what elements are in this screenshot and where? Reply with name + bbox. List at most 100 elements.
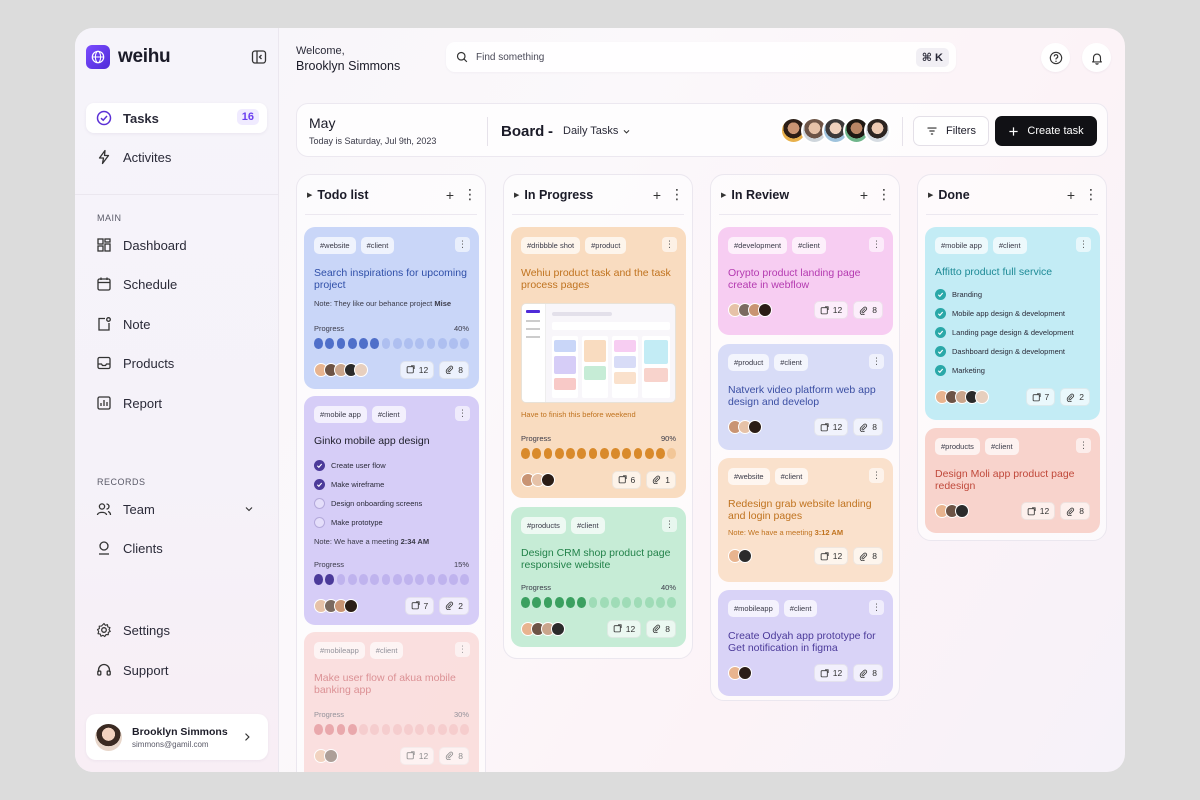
subtasks-count[interactable]: 6 bbox=[611, 470, 642, 489]
subtasks-count[interactable]: 12 bbox=[813, 547, 849, 565]
team-avatars[interactable] bbox=[780, 117, 891, 144]
caret-right-icon[interactable]: ▶ bbox=[307, 191, 312, 199]
tag[interactable]: #client bbox=[992, 237, 1027, 254]
check-circle-icon[interactable] bbox=[935, 308, 946, 319]
checklist-item[interactable]: Create user flow bbox=[314, 456, 469, 475]
sidebar-item-report[interactable]: Report bbox=[86, 388, 267, 418]
tag[interactable]: #client bbox=[371, 406, 406, 423]
checklist-item[interactable]: Branding bbox=[935, 285, 1090, 304]
subtasks-count[interactable]: 7 bbox=[1025, 388, 1056, 406]
caret-right-icon[interactable]: ▶ bbox=[721, 191, 726, 199]
card-more-icon[interactable]: ⋮ bbox=[662, 517, 677, 532]
task-card[interactable]: #dribbble shot #product ⋮ Wehiu product t… bbox=[511, 227, 686, 498]
filters-button[interactable]: Filters bbox=[913, 116, 989, 146]
assignee-avatars[interactable] bbox=[314, 598, 358, 613]
sidebar-item-team[interactable]: Team bbox=[86, 494, 267, 524]
card-more-icon[interactable]: ⋮ bbox=[1076, 438, 1091, 453]
tag[interactable]: #dribbble shot bbox=[521, 237, 581, 254]
card-more-icon[interactable]: ⋮ bbox=[1076, 237, 1091, 252]
tag[interactable]: #website bbox=[314, 237, 356, 254]
attachments-count[interactable]: 8 bbox=[439, 360, 469, 379]
task-card[interactable]: #website #client ⋮ Redesign grab website … bbox=[718, 458, 893, 582]
sidebar-collapse-icon[interactable] bbox=[251, 49, 267, 65]
tag[interactable]: #product bbox=[728, 354, 770, 371]
check-circle-icon[interactable] bbox=[935, 365, 946, 376]
assignee-avatars[interactable] bbox=[521, 472, 555, 487]
card-more-icon[interactable]: ⋮ bbox=[869, 237, 884, 252]
task-card[interactable]: #products #client ⋮ Design Moli app produ… bbox=[925, 428, 1100, 533]
subtasks-count[interactable]: 12 bbox=[399, 746, 435, 765]
checklist-item[interactable]: Mobile app design & development bbox=[935, 304, 1090, 323]
more-vertical-icon[interactable]: ⋮ bbox=[463, 186, 477, 203]
tag[interactable]: #client bbox=[774, 468, 809, 485]
more-vertical-icon[interactable]: ⋮ bbox=[1084, 186, 1098, 203]
check-circle-icon[interactable] bbox=[935, 289, 946, 300]
attachments-count[interactable]: 1 bbox=[646, 470, 676, 489]
tag[interactable]: #mobileapp bbox=[728, 600, 779, 617]
more-vertical-icon[interactable]: ⋮ bbox=[877, 186, 891, 203]
check-circle-icon[interactable] bbox=[314, 479, 325, 490]
tag[interactable]: #website bbox=[728, 468, 770, 485]
card-more-icon[interactable]: ⋮ bbox=[662, 237, 677, 252]
search-bar[interactable]: ⌘ K bbox=[446, 42, 956, 72]
sidebar-item-support[interactable]: Support bbox=[86, 655, 267, 685]
card-preview-image[interactable] bbox=[521, 303, 676, 403]
check-circle-icon[interactable] bbox=[935, 327, 946, 338]
card-more-icon[interactable]: ⋮ bbox=[869, 354, 884, 369]
checklist-item[interactable]: Marketing bbox=[935, 361, 1090, 380]
sidebar-item-dashboard[interactable]: Dashboard bbox=[86, 230, 267, 260]
add-task-icon[interactable]: + bbox=[446, 187, 454, 203]
card-more-icon[interactable]: ⋮ bbox=[455, 406, 470, 421]
card-more-icon[interactable]: ⋮ bbox=[869, 600, 884, 615]
subtasks-count[interactable]: 12 bbox=[606, 619, 642, 638]
sidebar-item-activities[interactable]: Activites bbox=[86, 142, 267, 172]
sidebar-item-tasks[interactable]: Tasks 16 bbox=[86, 103, 267, 133]
sidebar-item-note[interactable]: Note bbox=[86, 309, 267, 339]
assignee-avatars[interactable] bbox=[728, 303, 772, 317]
task-card[interactable]: #mobile app #client ⋮ Ginko mobile app de… bbox=[304, 396, 479, 625]
help-button[interactable] bbox=[1041, 43, 1070, 72]
tag[interactable]: #product bbox=[585, 237, 627, 254]
add-task-icon[interactable]: + bbox=[1067, 187, 1075, 203]
caret-right-icon[interactable]: ▶ bbox=[928, 191, 933, 199]
subtasks-count[interactable]: 12 bbox=[813, 664, 849, 682]
sidebar-item-products[interactable]: Products bbox=[86, 348, 267, 378]
subtasks-count[interactable]: 12 bbox=[813, 418, 849, 436]
sidebar-item-schedule[interactable]: Schedule bbox=[86, 269, 267, 299]
add-task-icon[interactable]: + bbox=[860, 187, 868, 203]
assignee-avatars[interactable] bbox=[935, 390, 989, 404]
card-more-icon[interactable]: ⋮ bbox=[869, 468, 884, 483]
tag[interactable]: #mobile app bbox=[314, 406, 367, 423]
more-vertical-icon[interactable]: ⋮ bbox=[670, 186, 684, 203]
card-more-icon[interactable]: ⋮ bbox=[455, 237, 470, 252]
attachments-count[interactable]: 8 bbox=[853, 664, 883, 682]
task-card[interactable]: #website #client ⋮ Search inspirations fo… bbox=[304, 227, 479, 389]
tag[interactable]: #mobileapp bbox=[314, 642, 365, 659]
task-card[interactable]: #products #client ⋮ Design CRM shop produ… bbox=[511, 507, 686, 647]
tag[interactable]: #client bbox=[360, 237, 395, 254]
empty-circle-icon[interactable] bbox=[314, 498, 325, 509]
tag[interactable]: #client bbox=[984, 438, 1019, 455]
chevron-down-icon[interactable] bbox=[243, 503, 255, 515]
chevron-right-icon[interactable] bbox=[241, 731, 253, 743]
board-view-dropdown[interactable]: Daily Tasks bbox=[563, 125, 631, 137]
task-card[interactable]: #product #client ⋮ Natverk video platform… bbox=[718, 344, 893, 450]
assignee-avatars[interactable] bbox=[728, 549, 752, 563]
attachments-count[interactable]: 8 bbox=[853, 418, 883, 436]
tag[interactable]: #products bbox=[521, 517, 566, 534]
assignee-avatars[interactable] bbox=[314, 362, 368, 377]
attachments-count[interactable]: 8 bbox=[439, 746, 469, 765]
assignee-avatars[interactable] bbox=[314, 748, 338, 763]
tag[interactable]: #client bbox=[774, 354, 808, 371]
task-card[interactable]: #mobile app #client ⋮ Affitto product ful… bbox=[925, 227, 1100, 420]
attachments-count[interactable]: 8 bbox=[853, 301, 883, 319]
search-input[interactable] bbox=[476, 51, 908, 63]
brand[interactable]: weihu bbox=[86, 45, 171, 69]
attachments-count[interactable]: 2 bbox=[439, 596, 469, 615]
checklist-item[interactable]: Dashboard design & development bbox=[935, 342, 1090, 361]
empty-circle-icon[interactable] bbox=[314, 517, 325, 528]
assignee-avatars[interactable] bbox=[728, 666, 752, 680]
tag[interactable]: #client bbox=[570, 517, 605, 534]
tag[interactable]: #client bbox=[369, 642, 404, 659]
caret-right-icon[interactable]: ▶ bbox=[514, 191, 519, 199]
